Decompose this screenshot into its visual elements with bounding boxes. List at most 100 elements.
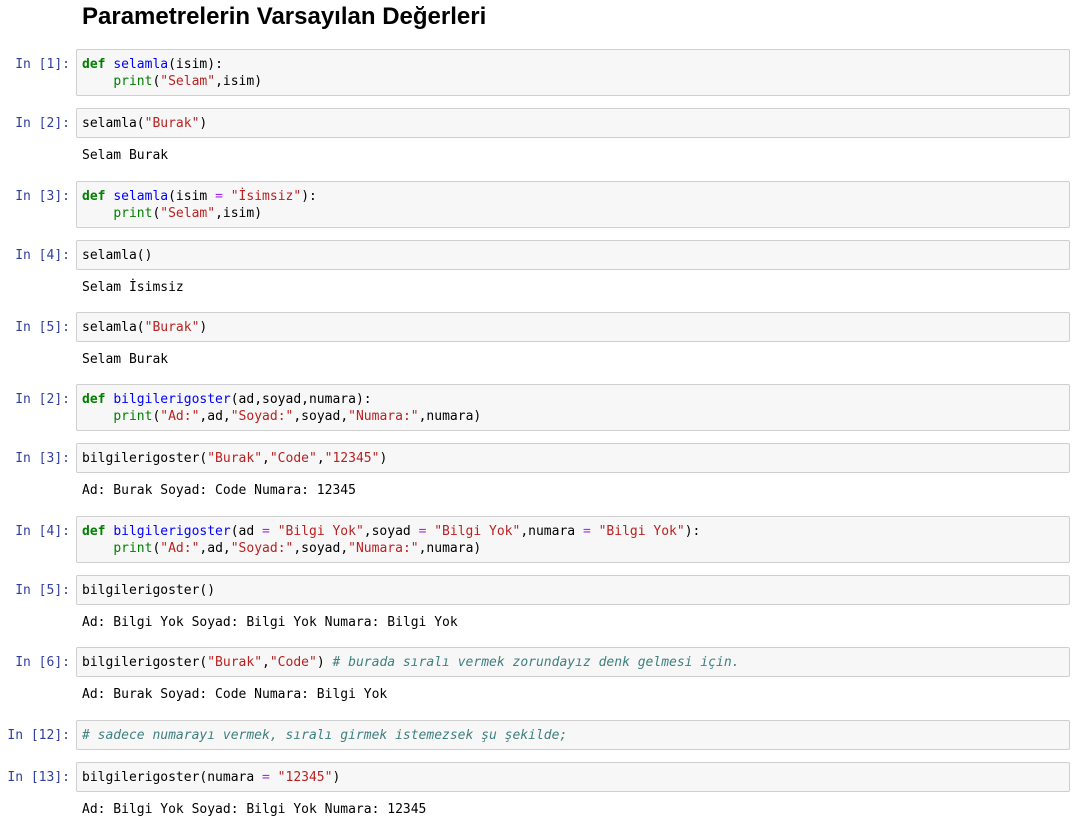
input-prompt: In [5]: [15, 583, 70, 598]
code-text[interactable]: # sadece numarayı vermek, sıralı girmek … [77, 721, 1069, 744]
cell-output: Ad: Bilgi Yok Soyad: Bilgi Yok Numara: 1… [82, 802, 427, 817]
code-input-area[interactable]: selamla("Burak") [76, 108, 1070, 138]
code-input-area[interactable]: bilgilerigoster(numara = "12345") [76, 762, 1070, 792]
code-token: ,soyad [363, 524, 419, 539]
cell-output: Selam Burak [82, 148, 169, 163]
code-token: "Burak" [144, 320, 200, 335]
code-token: print [113, 541, 153, 556]
code-token: ,ad, [199, 409, 231, 424]
code-text[interactable]: bilgilerigoster("Burak","Code") # burada… [77, 648, 1069, 671]
code-token: , [316, 451, 325, 466]
code-input-area[interactable]: bilgilerigoster() [76, 575, 1070, 605]
code-token: "Ad:" [160, 409, 200, 424]
code-line: print("Ad:",ad,"Soyad:",soyad,"Numara:",… [82, 540, 1069, 557]
code-line: print("Selam",isim) [82, 205, 1069, 222]
code-text[interactable]: def selamla(isim = "İsimsiz"): print("Se… [77, 182, 1069, 222]
code-line: selamla("Burak") [82, 115, 1069, 132]
code-token: def [82, 524, 106, 539]
input-prompt: In [13]: [7, 770, 70, 785]
code-token: (ad,soyad,numara): [230, 392, 372, 407]
code-token: ) [332, 770, 341, 785]
code-token: def [82, 392, 106, 407]
code-input-area[interactable]: def bilgilerigoster(ad = "Bilgi Yok",soy… [76, 516, 1070, 563]
code-token: # burada sıralı vermek zorundayız denk g… [332, 655, 740, 670]
code-token: "12345" [324, 451, 380, 466]
code-token: , [262, 451, 270, 466]
code-text[interactable]: bilgilerigoster() [77, 576, 1069, 599]
code-input-area[interactable]: bilgilerigoster("Burak","Code") # burada… [76, 647, 1070, 677]
code-token: ,ad, [199, 541, 231, 556]
input-prompt: In [1]: [15, 57, 70, 72]
code-line: def selamla(isim = "İsimsiz"): [82, 188, 1069, 205]
code-input-area[interactable]: # sadece numarayı vermek, sıralı girmek … [76, 720, 1070, 750]
code-text[interactable]: selamla("Burak") [77, 109, 1069, 132]
code-input-area[interactable]: selamla("Burak") [76, 312, 1070, 342]
code-input-area[interactable]: def selamla(isim = "İsimsiz"): print("Se… [76, 181, 1070, 228]
code-token: "Bilgi Yok" [434, 524, 521, 539]
code-token: selamla( [82, 320, 145, 335]
code-line: bilgilerigoster() [82, 582, 1069, 599]
code-input-area[interactable]: def selamla(isim): print("Selam",isim) [76, 49, 1070, 96]
input-prompt: In [3]: [15, 451, 70, 466]
input-prompt: In [12]: [7, 728, 70, 743]
code-token: selamla() [82, 248, 153, 263]
code-token: bilgilerigoster [113, 392, 231, 407]
code-token: bilgilerigoster() [82, 583, 216, 598]
code-input-area[interactable]: selamla() [76, 240, 1070, 270]
code-token: ,numara [520, 524, 583, 539]
code-line: print("Selam",isim) [82, 73, 1069, 90]
code-text[interactable]: bilgilerigoster(numara = "12345") [77, 763, 1069, 786]
code-token: ) [316, 655, 333, 670]
code-line: # sadece numarayı vermek, sıralı girmek … [82, 727, 1069, 744]
code-token: "Bilgi Yok" [277, 524, 364, 539]
code-token: ,isim) [215, 206, 263, 221]
input-prompt: In [3]: [15, 189, 70, 204]
code-text[interactable]: def bilgilerigoster(ad,soyad,numara): pr… [77, 385, 1069, 425]
code-token: "12345" [277, 770, 333, 785]
code-token: selamla( [82, 116, 145, 131]
code-token: print [113, 206, 153, 221]
code-text[interactable]: bilgilerigoster("Burak","Code","12345") [77, 444, 1069, 467]
code-input-area[interactable]: bilgilerigoster("Burak","Code","12345") [76, 443, 1070, 473]
code-token: "Numara:" [348, 541, 419, 556]
code-token: "Ad:" [160, 541, 200, 556]
code-token: ) [199, 320, 208, 335]
code-text[interactable]: selamla() [77, 241, 1069, 264]
input-prompt: In [5]: [15, 320, 70, 335]
code-token: "Code" [269, 451, 317, 466]
code-input-area[interactable]: def bilgilerigoster(ad,soyad,numara): pr… [76, 384, 1070, 431]
cell-output: Selam İsimsiz [82, 280, 184, 295]
code-line: print("Ad:",ad,"Soyad:",soyad,"Numara:",… [82, 408, 1069, 425]
cell-output: Ad: Burak Soyad: Code Numara: 12345 [82, 483, 356, 498]
code-text[interactable]: def selamla(isim): print("Selam",isim) [77, 50, 1069, 90]
code-token: print [113, 409, 153, 424]
code-text[interactable]: def bilgilerigoster(ad = "Bilgi Yok",soy… [77, 517, 1069, 557]
code-token: def [82, 189, 106, 204]
code-token: "Soyad:" [230, 541, 294, 556]
code-token: ): [684, 524, 701, 539]
code-line: bilgilerigoster(numara = "12345") [82, 769, 1069, 786]
code-line: selamla("Burak") [82, 319, 1069, 336]
code-token: ,isim) [215, 74, 263, 89]
code-line: def selamla(isim): [82, 56, 1069, 73]
code-token: ,numara) [418, 409, 482, 424]
notebook-heading: Parametrelerin Varsayılan Değerleri [82, 3, 487, 30]
input-prompt: In [4]: [15, 524, 70, 539]
code-token: ,numara) [418, 541, 482, 556]
code-token: "Numara:" [348, 409, 419, 424]
code-text[interactable]: selamla("Burak") [77, 313, 1069, 336]
code-token: bilgilerigoster( [82, 655, 208, 670]
input-prompt: In [2]: [15, 116, 70, 131]
input-prompt: In [6]: [15, 655, 70, 670]
code-token: = [582, 524, 591, 539]
code-line: selamla() [82, 247, 1069, 264]
cell-output: Ad: Bilgi Yok Soyad: Bilgi Yok Numara: B… [82, 615, 458, 630]
code-token: "Burak" [207, 655, 263, 670]
